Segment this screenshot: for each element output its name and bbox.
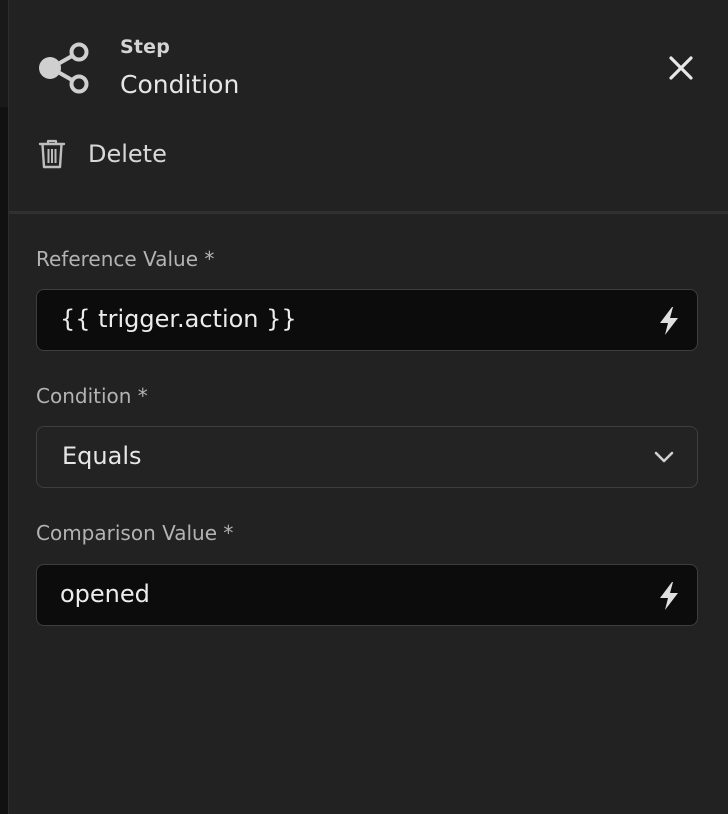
step-settings-panel: Step Condition Delete Reference Value * … [9, 0, 728, 814]
condition-select[interactable]: Equals [36, 426, 698, 488]
trash-icon [38, 136, 68, 172]
close-icon[interactable] [668, 55, 694, 81]
comparison-value-text[interactable]: opened [60, 565, 150, 624]
header-divider [9, 211, 728, 214]
close-button[interactable] [659, 50, 703, 86]
condition-selected-value[interactable]: Equals [62, 427, 142, 486]
delete-label: Delete [88, 140, 167, 168]
reference-value-text[interactable]: {{ trigger.action }} [60, 290, 297, 349]
share-nodes-icon [38, 40, 90, 96]
lightning-icon[interactable] [657, 306, 681, 336]
step-kind-label: Step [120, 36, 171, 58]
reference-value-label: Reference Value * [36, 247, 215, 271]
panel-header: Step Condition Delete [9, 0, 728, 212]
condition-label: Condition * [36, 384, 148, 408]
delete-button[interactable]: Delete [38, 134, 167, 174]
chevron-down-icon[interactable] [653, 448, 675, 466]
comparison-value-input[interactable]: opened [36, 564, 698, 626]
comparison-value-label: Comparison Value * [36, 521, 234, 545]
step-title: Condition [120, 70, 240, 99]
reference-value-input[interactable]: {{ trigger.action }} [36, 289, 698, 351]
canvas-edge [0, 0, 9, 814]
lightning-icon[interactable] [657, 581, 681, 611]
